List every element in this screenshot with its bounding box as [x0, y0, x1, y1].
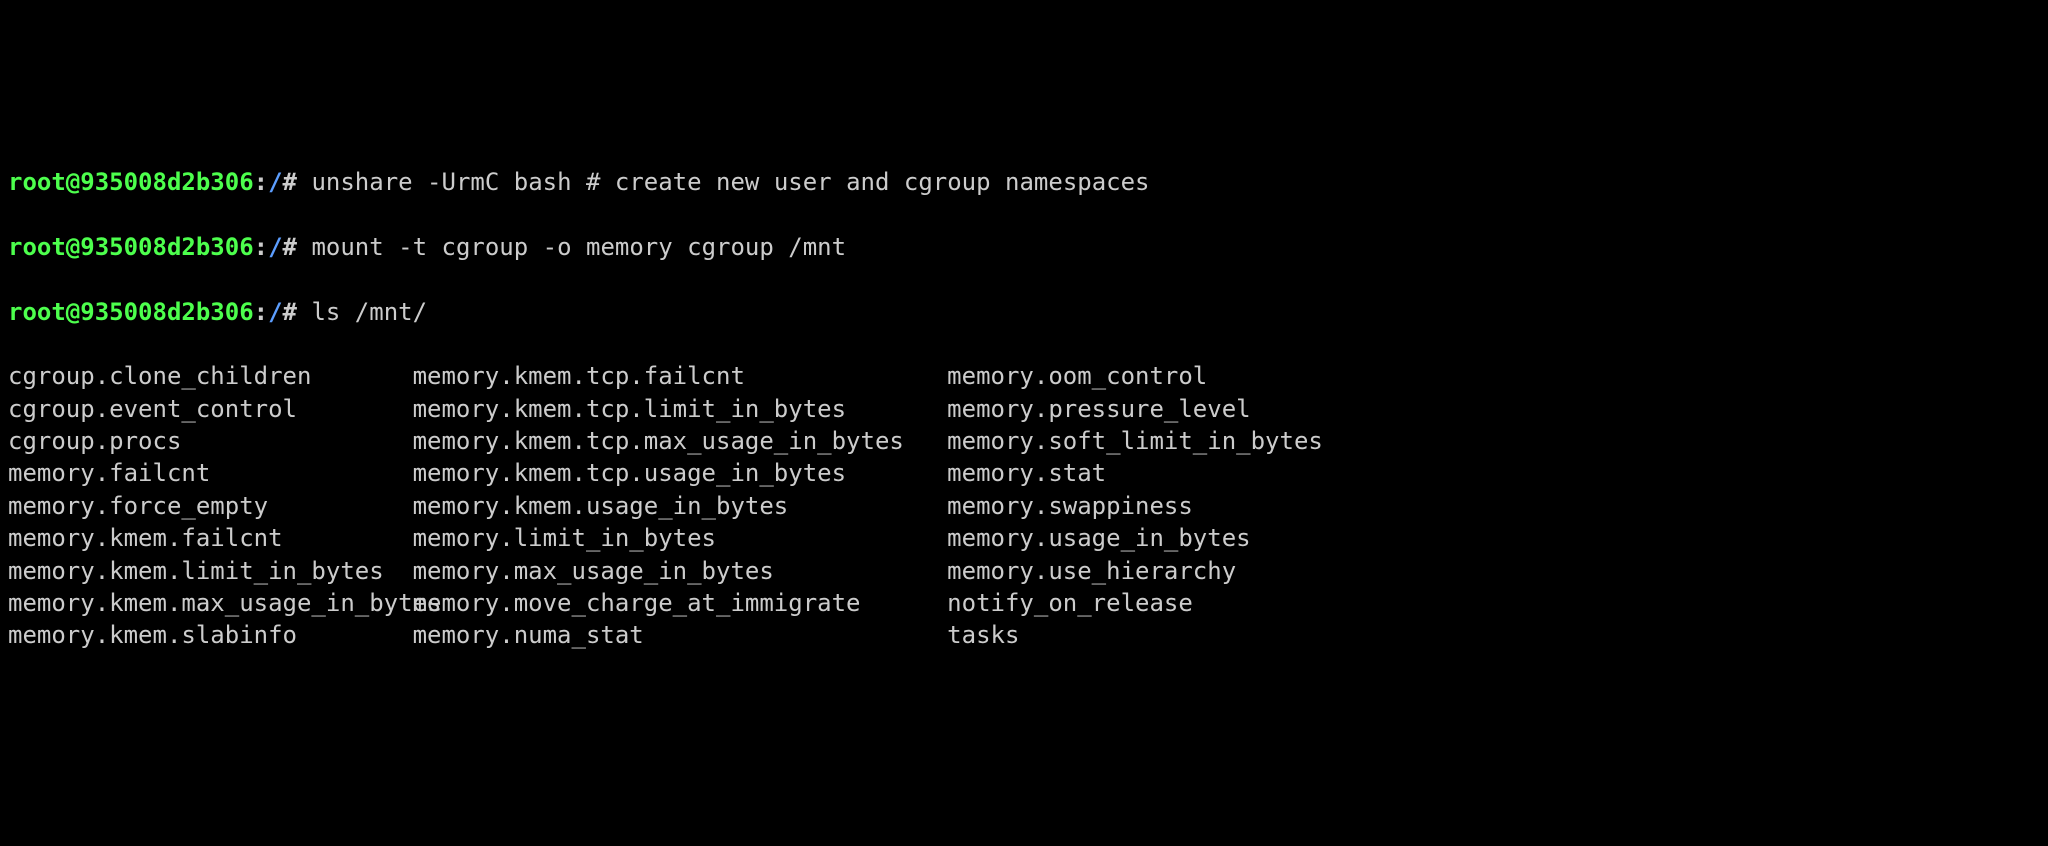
prompt-hash: #: [283, 233, 297, 261]
file-item: memory.kmem.limit_in_bytes: [8, 555, 384, 587]
prompt-path: /: [268, 298, 282, 326]
command-line-2: root@935008d2b306:/# mount -t cgroup -o …: [8, 231, 2040, 263]
file-item: cgroup.procs: [8, 425, 384, 457]
prompt-colon: :: [254, 168, 268, 196]
file-item: memory.usage_in_bytes: [947, 522, 2040, 554]
file-item: memory.oom_control: [947, 360, 2040, 392]
command-line-3: root@935008d2b306:/# ls /mnt/: [8, 296, 2040, 328]
prompt-path: /: [268, 168, 282, 196]
file-item: memory.stat: [947, 457, 2040, 489]
file-item: memory.failcnt: [8, 457, 384, 489]
file-item: cgroup.clone_children: [8, 360, 384, 392]
file-item: memory.move_charge_at_immigrate: [413, 587, 919, 619]
prompt-user-host: root@935008d2b306: [8, 233, 254, 261]
command-text: ls /mnt/: [311, 298, 427, 326]
command-text: mount -t cgroup -o memory cgroup /mnt: [311, 233, 846, 261]
command-text: unshare -UrmC bash # create new user and…: [311, 168, 1149, 196]
file-item: memory.kmem.tcp.failcnt: [413, 360, 919, 392]
prompt-path: /: [268, 233, 282, 261]
prompt-hash: #: [283, 168, 297, 196]
file-item: memory.swappiness: [947, 490, 2040, 522]
command-line-1: root@935008d2b306:/# unshare -UrmC bash …: [8, 166, 2040, 198]
file-item: memory.kmem.max_usage_in_bytes: [8, 587, 384, 619]
file-item: memory.pressure_level: [947, 393, 2040, 425]
prompt-colon: :: [254, 233, 268, 261]
file-item: memory.soft_limit_in_bytes: [947, 425, 2040, 457]
file-item: memory.force_empty: [8, 490, 384, 522]
file-item: memory.kmem.slabinfo: [8, 619, 384, 651]
prompt-user-host: root@935008d2b306: [8, 298, 254, 326]
file-item: memory.kmem.tcp.usage_in_bytes: [413, 457, 919, 489]
ls-output-grid: cgroup.clone_children memory.kmem.tcp.fai…: [8, 360, 2040, 652]
prompt-user-host: root@935008d2b306: [8, 168, 254, 196]
file-item: notify_on_release: [947, 587, 2040, 619]
file-item: memory.numa_stat: [413, 619, 919, 651]
file-item: tasks: [947, 619, 2040, 651]
prompt-colon: :: [254, 298, 268, 326]
file-item: memory.kmem.tcp.max_usage_in_bytes: [413, 425, 919, 457]
file-item: memory.limit_in_bytes: [413, 522, 919, 554]
file-item: memory.kmem.tcp.limit_in_bytes: [413, 393, 919, 425]
file-item: memory.use_hierarchy: [947, 555, 2040, 587]
prompt-hash: #: [283, 298, 297, 326]
file-item: memory.max_usage_in_bytes: [413, 555, 919, 587]
file-item: memory.kmem.failcnt: [8, 522, 384, 554]
terminal-output: root@935008d2b306:/# unshare -UrmC bash …: [8, 134, 2040, 685]
file-item: cgroup.event_control: [8, 393, 384, 425]
file-item: memory.kmem.usage_in_bytes: [413, 490, 919, 522]
